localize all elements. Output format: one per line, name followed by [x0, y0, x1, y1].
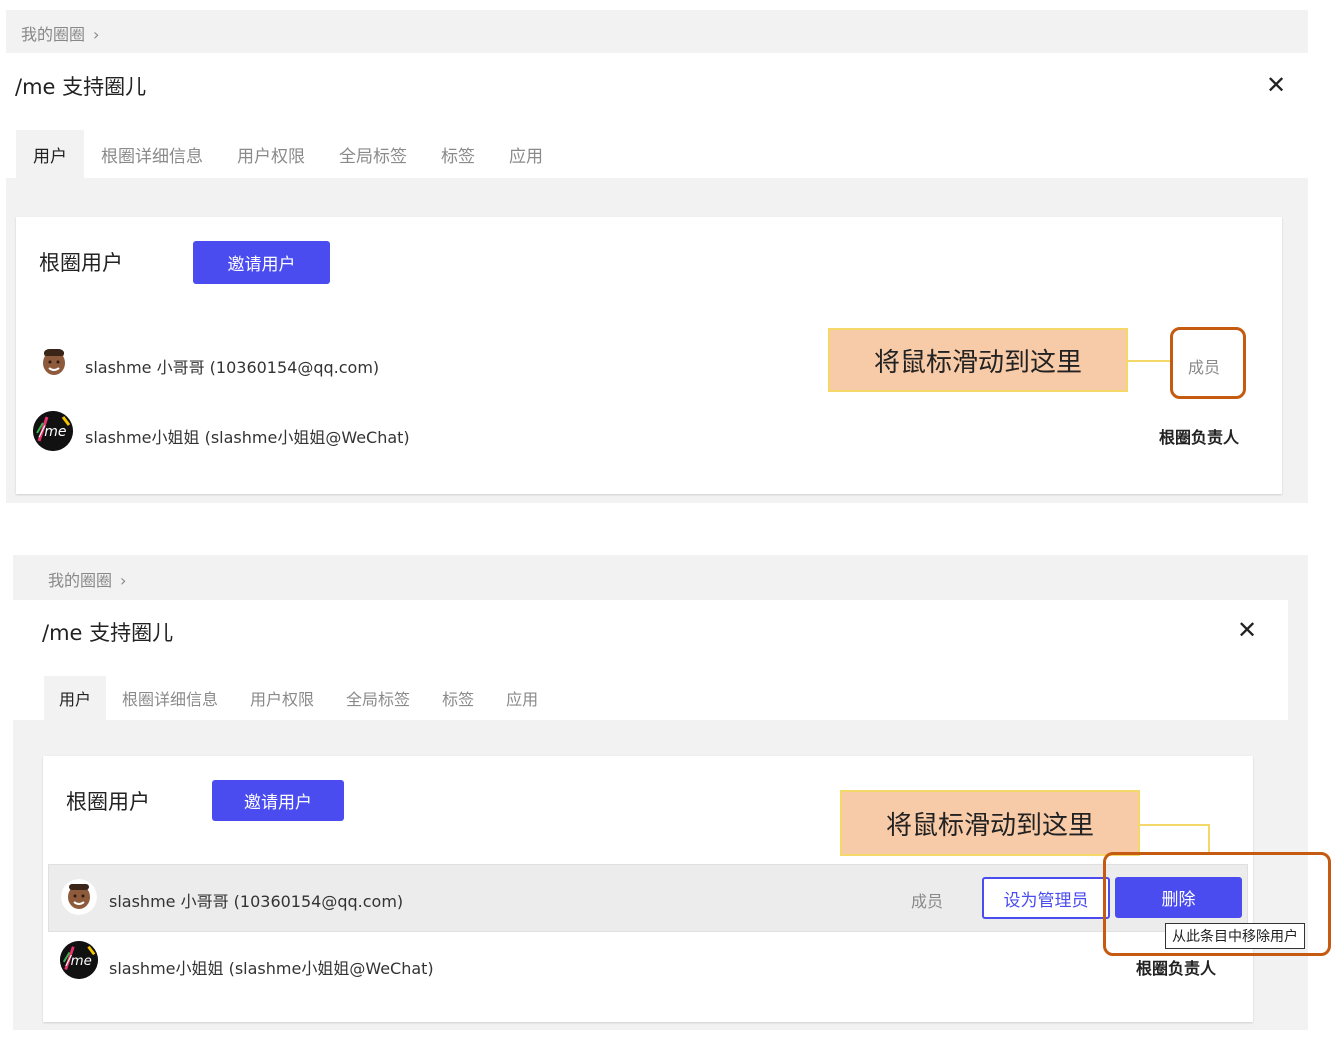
- callout-connector: [1140, 824, 1210, 826]
- close-icon[interactable]: ✕: [1266, 71, 1286, 99]
- tab-apps[interactable]: 应用: [490, 676, 554, 720]
- user-name: slashme小姐姐 (slashme小姐姐@WeChat): [85, 428, 410, 447]
- section-title: 根圈用户: [39, 251, 123, 275]
- breadcrumb-label: 我的圈圈: [48, 571, 113, 590]
- tab-apps[interactable]: 应用: [492, 130, 560, 178]
- section-title: 根圈用户: [66, 790, 150, 814]
- callout-note: 将鼠标滑动到这里: [828, 328, 1128, 392]
- svg-text:/me: /me: [65, 954, 92, 969]
- header-area: /me 支持圈儿 ✕ 用户 根圈详细信息 用户权限 全局标签 标签 应用: [6, 53, 1308, 178]
- close-icon[interactable]: ✕: [1237, 616, 1257, 644]
- breadcrumb-label: 我的圈圈: [21, 25, 86, 44]
- avatar: /me: [60, 941, 98, 979]
- person-avatar-icon: [61, 879, 97, 915]
- user-role: 根圈负责人: [1136, 959, 1217, 978]
- avatar: [36, 345, 72, 381]
- breadcrumb[interactable]: 我的圈圈 ›: [21, 21, 99, 45]
- user-name: slashme 小哥哥 (10360154@qq.com): [85, 358, 380, 377]
- tab-tags[interactable]: 标签: [424, 130, 492, 178]
- slashme-logo-icon: /me: [60, 941, 98, 979]
- breadcrumb[interactable]: 我的圈圈 ›: [48, 567, 126, 591]
- chevron-right-icon: ›: [120, 571, 127, 590]
- tab-bar: 用户 根圈详细信息 用户权限 全局标签 标签 应用: [16, 130, 560, 178]
- user-row[interactable]: /me slashme小姐姐 (slashme小姐姐@WeChat) 根圈负责人: [16, 407, 1282, 463]
- slashme-logo-icon: /me: [33, 411, 73, 451]
- top-panel: 我的圈圈 › /me 支持圈儿 ✕ 用户 根圈详细信息 用户权限 全局标签 标签 …: [6, 10, 1308, 503]
- callout-note: 将鼠标滑动到这里: [840, 790, 1140, 856]
- callout-connector: [1208, 824, 1210, 854]
- callout-connector: [1128, 360, 1172, 362]
- tab-global-tags[interactable]: 全局标签: [330, 676, 426, 720]
- breadcrumb-bar: 我的圈圈 ›: [13, 555, 1308, 600]
- user-role: 成员: [911, 892, 944, 911]
- tab-root-details[interactable]: 根圈详细信息: [106, 676, 234, 720]
- svg-text:/me: /me: [38, 424, 67, 440]
- highlight-box: [1170, 327, 1246, 399]
- person-avatar-icon: [36, 345, 72, 381]
- user-row-hovered[interactable]: slashme 小哥哥 (10360154@qq.com) 成员 设为管理员 删…: [48, 864, 1248, 932]
- avatar: /me: [33, 411, 73, 451]
- tab-users[interactable]: 用户: [44, 676, 107, 720]
- tab-users[interactable]: 用户: [16, 130, 84, 178]
- set-admin-button[interactable]: 设为管理员: [982, 877, 1110, 919]
- avatar: [61, 879, 97, 915]
- tab-user-permissions[interactable]: 用户权限: [234, 676, 330, 720]
- user-name: slashme小姐姐 (slashme小姐姐@WeChat): [109, 959, 434, 978]
- invite-user-button[interactable]: 邀请用户: [212, 780, 344, 821]
- tab-root-details[interactable]: 根圈详细信息: [84, 130, 220, 178]
- page-title: /me 支持圈儿: [42, 621, 174, 645]
- user-name: slashme 小哥哥 (10360154@qq.com): [109, 892, 404, 911]
- header-area: /me 支持圈儿 ✕ 用户 根圈详细信息 用户权限 全局标签 标签 应用: [13, 600, 1288, 720]
- page-title: /me 支持圈儿: [15, 75, 147, 99]
- invite-user-button[interactable]: 邀请用户: [193, 241, 330, 284]
- tab-tags[interactable]: 标签: [426, 676, 490, 720]
- tooltip: 从此条目中移除用户: [1165, 923, 1305, 949]
- tab-user-permissions[interactable]: 用户权限: [220, 130, 322, 178]
- tab-global-tags[interactable]: 全局标签: [322, 130, 424, 178]
- chevron-right-icon: ›: [93, 25, 100, 44]
- tab-bar: 用户 根圈详细信息 用户权限 全局标签 标签 应用: [44, 676, 554, 720]
- user-role: 根圈负责人: [1159, 428, 1240, 447]
- user-row[interactable]: /me slashme小姐姐 (slashme小姐姐@WeChat) 根圈负责人: [43, 936, 1253, 992]
- breadcrumb-bar: 我的圈圈 ›: [6, 10, 1308, 53]
